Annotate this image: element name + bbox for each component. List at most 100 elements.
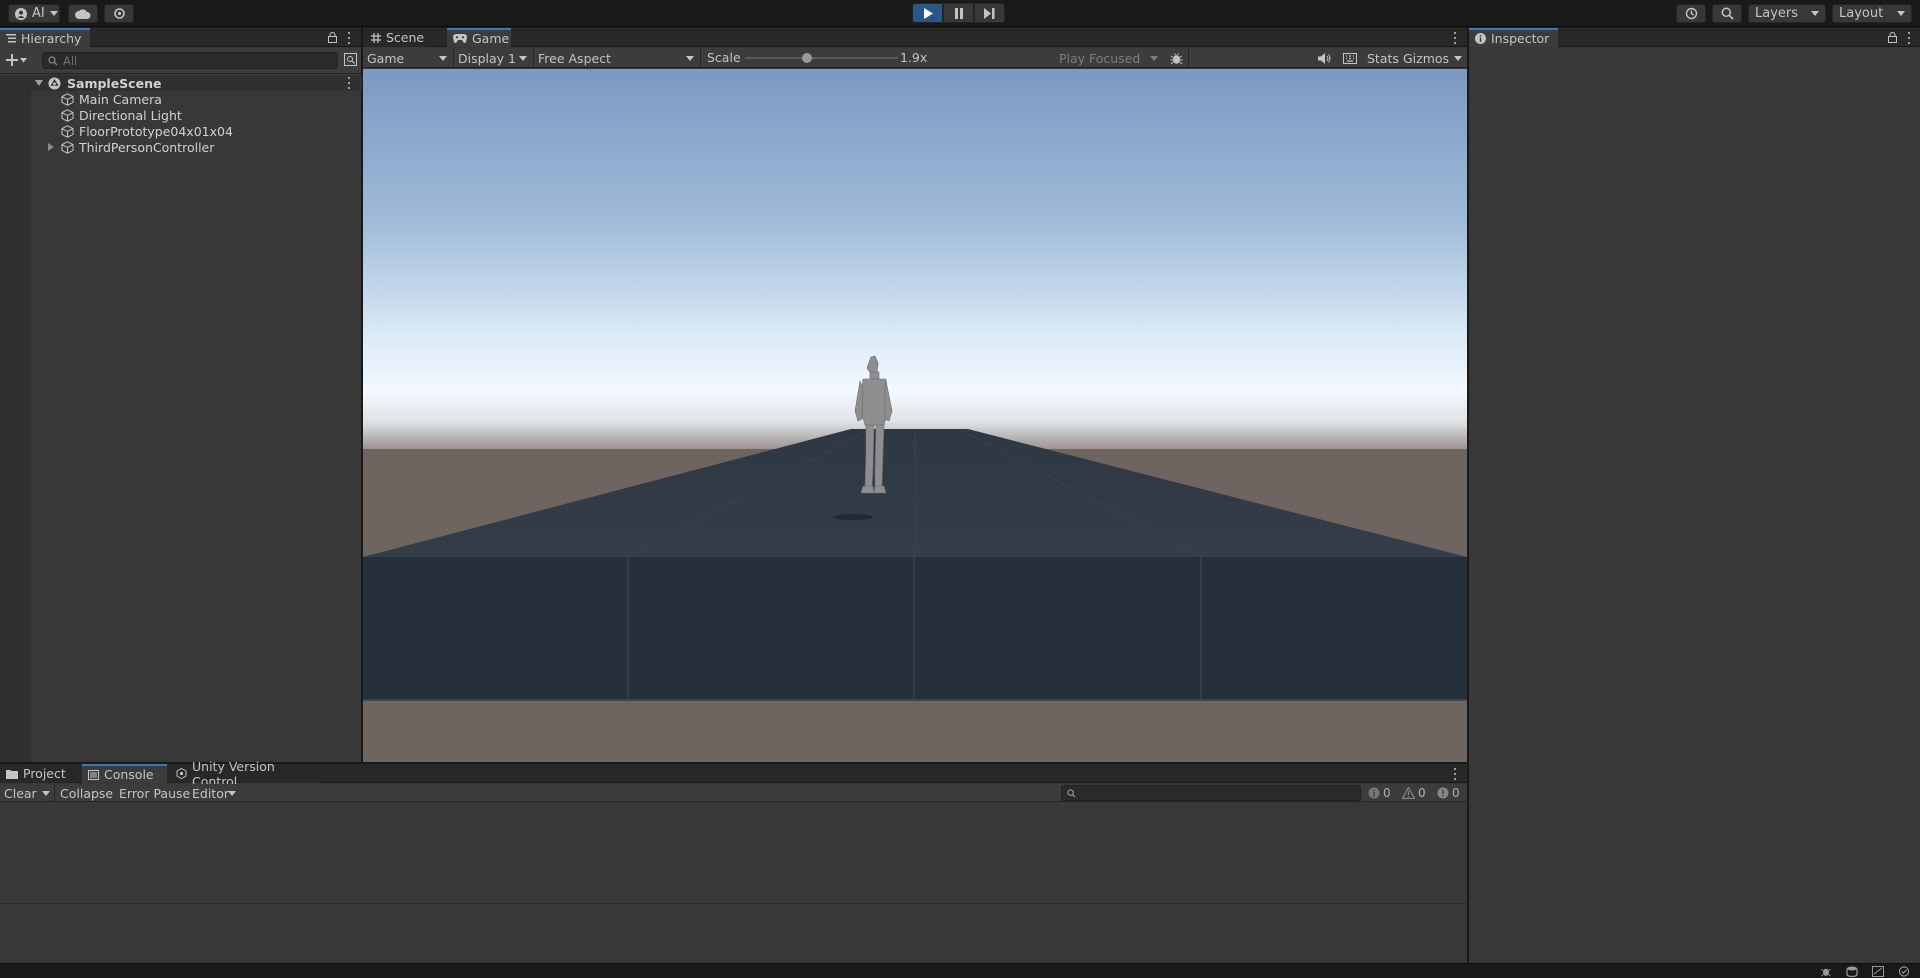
hierarchy-item[interactable]: Directional Light [31, 107, 362, 123]
tab-scene[interactable]: Scene [365, 28, 427, 47]
cloud-icon [75, 8, 91, 19]
network-icon[interactable] [1872, 966, 1884, 977]
tab-inspector-label: Inspector [1491, 31, 1550, 46]
error-pause-label: Error Pause [119, 785, 191, 801]
expand-arrow-icon[interactable] [48, 143, 56, 151]
tab-console[interactable]: Console [82, 764, 167, 783]
scale-slider-thumb[interactable] [802, 53, 812, 63]
plus-icon [6, 54, 18, 66]
floor-edge [363, 699, 1467, 701]
view-type-label: Game [367, 50, 405, 66]
services-button[interactable] [104, 4, 134, 23]
hierarchy-toolbar: All [0, 48, 361, 74]
layers-dropdown[interactable]: Layers [1748, 4, 1826, 23]
scale-slider-track [745, 57, 898, 59]
account-dropdown[interactable]: AI [8, 4, 60, 23]
inspector-menu-icon[interactable] [1904, 31, 1914, 45]
hierarchy-item[interactable]: FloorPrototype04x01x04 [31, 123, 362, 139]
warning-count-toggle[interactable]: 0 [1402, 785, 1426, 801]
hierarchy-search-input[interactable]: All [42, 52, 338, 69]
hierarchy-tree: SampleScene Main Camera Directional Light… [0, 75, 362, 762]
console-toolbar: Clear Collapse Error Pause Editor 0 0 0 [0, 784, 1467, 802]
cloud-button[interactable] [68, 4, 98, 23]
progress-icon[interactable] [1898, 966, 1910, 977]
hierarchy-menu-icon[interactable] [344, 31, 354, 45]
search-filter-icon[interactable] [344, 53, 357, 66]
tab-version-control[interactable]: Unity Version Control [170, 759, 320, 789]
lock-icon[interactable] [1888, 32, 1897, 43]
game-menu-icon[interactable] [1450, 31, 1460, 45]
game-toolbar: Game Display 1 Free Aspect Scale 1.9x Pl… [363, 48, 1467, 68]
layout-dropdown[interactable]: Layout [1832, 4, 1912, 23]
game-viewport[interactable] [363, 69, 1467, 762]
hierarchy-gutter [0, 75, 31, 762]
mute-audio-button[interactable] [1314, 50, 1334, 66]
chevron-down-icon [42, 791, 50, 796]
error-count-toggle[interactable]: 0 [1437, 785, 1460, 801]
display-dropdown[interactable]: Display 1 [454, 49, 532, 67]
cache-server-icon[interactable] [1846, 966, 1858, 977]
error-icon [1437, 787, 1449, 799]
expand-arrow-icon[interactable] [35, 79, 43, 87]
play-focused-label: Play Focused [1059, 50, 1141, 66]
status-bar [0, 963, 1920, 978]
playmode-controls [912, 3, 1005, 23]
gear-icon [113, 7, 126, 20]
play-focused-dropdown[interactable]: Play Focused [1055, 49, 1163, 67]
stats-label: Stats [1367, 50, 1399, 66]
lock-icon[interactable] [328, 32, 337, 43]
aspect-label: Free Aspect [538, 50, 611, 66]
chevron-down-icon [228, 791, 236, 796]
view-type-dropdown[interactable]: Game [363, 49, 452, 67]
tab-project[interactable]: Project [0, 764, 76, 783]
tab-inspector[interactable]: Inspector [1469, 28, 1558, 47]
console-log-list[interactable] [0, 803, 1467, 904]
gameobject-cube-icon [61, 92, 74, 106]
scale-slider[interactable] [745, 53, 898, 63]
speaker-icon [1317, 52, 1331, 64]
collapse-toggle[interactable]: Collapse [56, 784, 117, 802]
hierarchy-item[interactable]: Main Camera [31, 91, 362, 107]
clear-label: Clear [4, 785, 37, 801]
chevron-down-icon [439, 56, 447, 61]
gizmos-dropdown[interactable]: Gizmos [1400, 48, 1462, 68]
keyboard-icon [1343, 52, 1357, 64]
info-count-toggle[interactable]: 0 [1368, 785, 1391, 801]
info-icon [1475, 33, 1486, 44]
console-menu-icon[interactable] [1450, 767, 1460, 781]
console-search-input[interactable] [1061, 785, 1361, 801]
stats-button[interactable]: Stats [1364, 48, 1402, 68]
tab-game[interactable]: Game [447, 28, 511, 47]
step-button[interactable] [974, 3, 1005, 23]
hierarchy-tabbar: Hierarchy [0, 28, 361, 47]
create-dropdown[interactable] [6, 52, 34, 68]
hierarchy-item[interactable]: ThirdPersonController [31, 139, 362, 155]
shortcuts-button[interactable] [1340, 50, 1360, 66]
search-icon [1721, 7, 1734, 20]
editor-dropdown[interactable]: Editor [188, 784, 238, 802]
main-toolbar: AI Layers Layout [0, 0, 1920, 27]
editor-label: Editor [192, 785, 229, 801]
error-pause-toggle[interactable]: Error Pause [115, 784, 194, 802]
tab-hierarchy-label: Hierarchy [21, 31, 82, 46]
search-button[interactable] [1712, 4, 1742, 23]
console-icon [88, 769, 99, 780]
play-button[interactable] [912, 3, 943, 23]
tab-hierarchy[interactable]: Hierarchy [0, 28, 90, 47]
history-button[interactable] [1676, 4, 1706, 23]
scene-row[interactable]: SampleScene [31, 75, 362, 91]
aspect-dropdown[interactable]: Free Aspect [534, 49, 699, 67]
search-icon [1067, 789, 1076, 798]
layers-label: Layers [1755, 6, 1799, 21]
inspector-tabbar: Inspector [1469, 28, 1920, 47]
hierarchy-panel: Hierarchy All SampleScene Main Camera Dir… [0, 28, 362, 762]
console-detail-area[interactable] [0, 905, 1467, 963]
gameobject-cube-icon [61, 124, 74, 138]
debug-button[interactable] [1167, 50, 1185, 66]
warning-icon [1402, 787, 1415, 799]
bug-icon[interactable] [1820, 966, 1832, 977]
pause-button[interactable] [943, 3, 974, 23]
play-icon [923, 7, 933, 19]
clear-dropdown[interactable]: Clear [0, 784, 53, 802]
scene-menu-icon[interactable] [344, 76, 354, 90]
